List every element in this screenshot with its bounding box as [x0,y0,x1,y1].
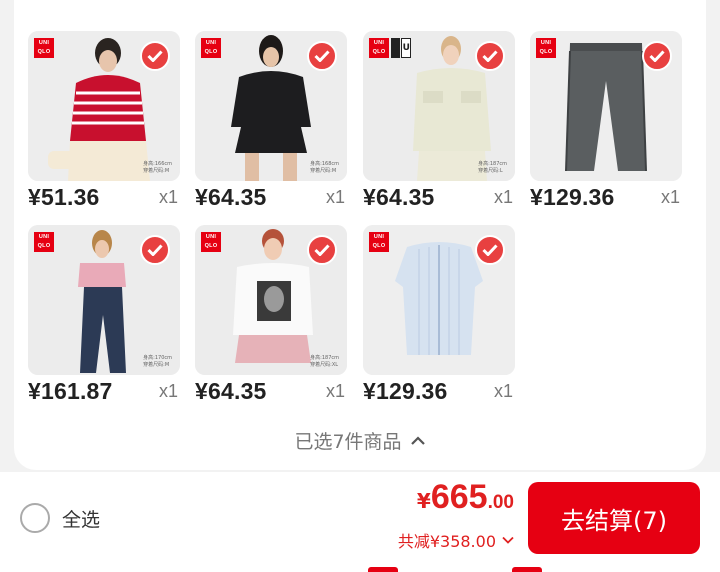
product-grid-card: UNI QLO 身高:166cm 穿着尺码:M ¥51.36 x1 UNI QLO [14,0,706,470]
uniqlo-logo-icon: UNI QLO [201,38,221,58]
nav-indicator [368,567,398,572]
selected-count-text: 已选7件商品 [294,431,402,453]
product-image[interactable]: UNI QLO 身高:187cm 穿着尺码:XL [195,225,347,375]
product-price: ¥161.87 [28,377,113,404]
size-note: 身高:187cm 穿着尺码:L [478,161,507,174]
checkout-bar: 全选 ¥665.00 共减¥358.00 去结算(7) [0,472,720,572]
product-image[interactable]: UNI QLO U 身高:187cm 穿着尺码:L [363,31,515,181]
product-quantity: x1 [493,380,513,401]
product-tile[interactable]: UNI QLO ¥129.36 x1 [363,225,515,407]
chevron-up-icon [410,435,425,445]
total-currency: ¥ [416,489,431,513]
product-image[interactable]: UNI QLO 身高:170cm 穿着尺码:M [28,225,180,375]
product-quantity: x1 [493,186,513,207]
product-tile[interactable]: UNI QLO 身高:166cm 穿着尺码:M ¥51.36 x1 [28,31,180,213]
select-all-radio[interactable] [20,503,50,533]
selected-check-icon[interactable] [307,41,337,71]
chevron-down-icon [502,536,514,544]
product-image[interactable]: UNI QLO 身高:166cm 穿着尺码:M [28,31,180,181]
size-note: 身高:166cm 穿着尺码:M [143,161,172,174]
product-quantity: x1 [325,186,345,207]
select-all-toggle[interactable]: 全选 [20,503,100,533]
selected-check-icon[interactable] [307,235,337,265]
product-tile[interactable]: UNI QLO 身高:187cm 穿着尺码:XL ¥64.35 x1 [195,225,347,407]
select-all-label: 全选 [62,508,101,531]
product-quantity: x1 [158,186,178,207]
selected-check-icon[interactable] [475,41,505,71]
size-note: 身高:168cm 穿着尺码:M [310,161,339,174]
size-note: 身高:170cm 穿着尺码:M [143,355,172,368]
product-price: ¥51.36 [28,183,100,210]
selected-check-icon[interactable] [475,235,505,265]
uniqlo-logo-icon: UNI QLO [369,38,389,58]
total-price: ¥665.00 [417,478,514,517]
selected-check-icon[interactable] [140,235,170,265]
total-decimal: .00 [487,492,514,513]
uniqlo-logo-icon: UNI QLO [34,38,54,58]
product-tile[interactable]: UNI QLO U 身高:187cm 穿着尺码:L ¥64.35 x1 [363,31,515,213]
product-quantity: x1 [660,186,680,207]
product-image[interactable]: UNI QLO 身高:168cm 穿着尺码:M [195,31,347,181]
uniqlo-logo-icon: UNI QLO [34,232,54,252]
size-note: 身高:187cm 穿着尺码:XL [310,355,339,368]
product-image[interactable]: UNI QLO [363,225,515,375]
product-price: ¥64.35 [363,183,435,210]
total-integer: 665 [430,478,488,516]
product-tile[interactable]: UNI QLO ¥129.36 x1 [530,31,682,213]
discount-text: 共减¥358.00 [397,532,496,551]
uniqlo-logo-icon: UNI QLO [536,38,556,58]
product-quantity: x1 [325,380,345,401]
uniqlo-logo-icon: UNI QLO [369,232,389,252]
discount-detail-toggle[interactable]: 共减¥358.00 [398,528,514,552]
product-image[interactable]: UNI QLO [530,31,682,181]
product-price: ¥129.36 [363,377,448,404]
nav-indicator [512,567,542,572]
uniqlo-logo-icon: UNI QLO [201,232,221,252]
product-price: ¥64.35 [195,183,267,210]
checkout-button[interactable]: 去结算(7) [528,482,700,554]
selected-check-icon[interactable] [642,41,672,71]
selected-check-icon[interactable] [140,41,170,71]
product-quantity: x1 [158,380,178,401]
product-price: ¥64.35 [195,377,267,404]
selected-summary-toggle[interactable]: 已选7件商品 [14,427,706,454]
product-tile[interactable]: UNI QLO 身高:168cm 穿着尺码:M ¥64.35 x1 [195,31,347,213]
uniqlo-u-logo-icon: U [391,38,411,58]
product-price: ¥129.36 [530,183,615,210]
product-tile[interactable]: UNI QLO 身高:170cm 穿着尺码:M ¥161.87 x1 [28,225,180,407]
